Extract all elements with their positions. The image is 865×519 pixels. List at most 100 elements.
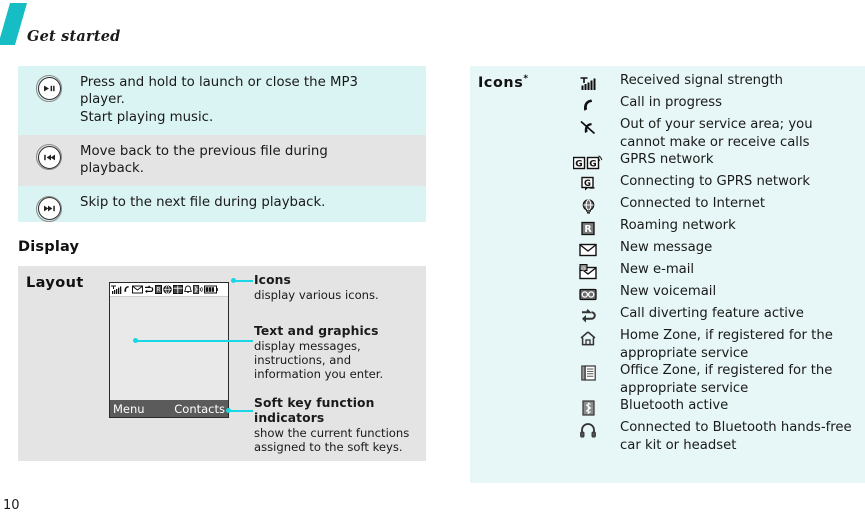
office-zone-icon <box>173 285 183 294</box>
roaming-icon: R <box>155 285 162 294</box>
office-zone-icon <box>556 361 620 382</box>
desc-line: Office Zone, if registered for the <box>620 363 833 378</box>
new-message-icon <box>556 238 620 259</box>
phone-text-graphics-area <box>110 297 228 397</box>
icons-title-text: Icons <box>478 74 524 91</box>
list-item: Call in progress <box>556 93 865 114</box>
callout-title: Text and graphics <box>254 324 379 338</box>
page-header: Get started <box>0 0 865 52</box>
list-item: Out of your service area; you cannot mak… <box>556 115 865 151</box>
gprs-network-icon: G G <box>556 150 620 171</box>
desc-line: GPRS network <box>620 152 714 167</box>
desc-line: Connecting to GPRS network <box>620 174 810 189</box>
callout-body-line: instructions, and <box>254 353 352 368</box>
phone-status-bar: R <box>110 283 228 297</box>
bluetooth-icon <box>193 285 203 294</box>
row-line: Press and hold to launch or close the MP… <box>80 75 358 90</box>
list-item-description: Home Zone, if registered for the appropr… <box>620 326 865 362</box>
table-cell-description: Move back to the previous file during pl… <box>80 135 426 187</box>
icons-panel-title: Icons* <box>478 74 528 91</box>
display-section-heading: Display <box>18 239 80 255</box>
no-service-icon <box>556 115 620 136</box>
desc-line: car kit or headset <box>620 437 737 453</box>
list-item-description: Connected to Bluetooth hands-free car ki… <box>620 418 865 454</box>
list-item: Home Zone, if registered for the appropr… <box>556 326 865 362</box>
status-icons-panel: Icons* Received signal strength Call in … <box>470 66 865 483</box>
row-line: Start playing music. <box>80 109 214 125</box>
desc-line: Out of your service area; you <box>620 117 813 132</box>
table-cell-icon <box>18 135 80 171</box>
page-number: 10 <box>3 498 20 513</box>
desc-line: Roaming network <box>620 218 736 233</box>
call-diverting-icon <box>556 304 620 325</box>
list-item: Connected to Bluetooth hands-free car ki… <box>556 418 865 454</box>
call-in-progress-icon <box>556 93 620 114</box>
list-item: Bluetooth active <box>556 396 865 417</box>
desc-line: appropriate service <box>620 345 749 361</box>
callout-line-text-graphics <box>136 340 253 342</box>
row-line: Move back to the previous file during <box>80 143 328 159</box>
list-item-description: Roaming network <box>620 216 865 235</box>
signal-strength-icon <box>556 71 620 92</box>
list-item: New message <box>556 238 865 259</box>
list-item: R Roaming network <box>556 216 865 237</box>
display-layout-figure: Layout R Menu Contacts Icons display var… <box>18 266 426 461</box>
signal-strength-icon <box>111 285 122 294</box>
svg-text:G: G <box>584 179 591 189</box>
svg-text:G: G <box>575 159 582 169</box>
row-line: player. <box>80 92 125 108</box>
desc-line: Home Zone, if registered for the <box>620 328 833 343</box>
list-item-description: Out of your service area; you cannot mak… <box>620 115 865 151</box>
soft-key-right-label: Contacts <box>174 401 225 416</box>
desc-line: Bluetooth active <box>620 398 729 413</box>
list-item: G G GPRS network <box>556 150 865 171</box>
icons-title-footnote-marker: * <box>523 74 529 84</box>
battery-icon <box>204 285 218 294</box>
gprs-connecting-icon: G <box>556 172 620 193</box>
desc-line: cannot make or receive calls <box>620 134 810 150</box>
callout-title: Soft key function <box>254 396 375 410</box>
home-zone-icon <box>556 326 620 347</box>
callout-text-and-graphics: Text and graphics display messages, inst… <box>254 324 429 381</box>
desc-line: appropriate service <box>620 380 749 396</box>
callout-line-icons <box>234 280 253 282</box>
table-row: Skip to the next file during playback. <box>18 186 426 223</box>
bluetooth-active-icon <box>556 396 620 417</box>
svg-text:R: R <box>584 224 592 235</box>
list-item-description: Received signal strength <box>620 71 865 90</box>
soft-key-left-label: Menu <box>113 401 145 416</box>
callout-title: Icons <box>254 273 291 287</box>
status-icons-list: Received signal strength Call in progres… <box>556 71 865 453</box>
callout-icons: Icons display various icons. <box>254 273 429 302</box>
list-item-description: Call in progress <box>620 93 865 112</box>
list-item-description: Office Zone, if registered for the appro… <box>620 361 865 397</box>
list-item-description: New e-mail <box>620 260 865 279</box>
layout-label: Layout <box>26 275 84 291</box>
svg-text:@: @ <box>581 265 586 271</box>
desc-line: Call in progress <box>620 95 722 110</box>
header-accent-slash-icon <box>0 3 28 45</box>
row-line: playback. <box>80 161 144 177</box>
list-item-description: New message <box>620 238 865 257</box>
table-cell-icon <box>18 66 80 102</box>
svg-text:R: R <box>156 287 160 294</box>
new-message-icon <box>132 285 143 294</box>
list-item: Connected to Internet <box>556 194 865 215</box>
desc-line: Connected to Bluetooth hands-free <box>620 420 852 435</box>
desc-line: Received signal strength <box>620 73 783 88</box>
callout-body-line: assigned to the soft keys. <box>254 440 403 455</box>
list-item: New voicemail <box>556 282 865 303</box>
table-cell-icon <box>18 186 80 223</box>
call-divert-icon <box>145 285 154 294</box>
next-track-key-icon <box>35 195 63 223</box>
desc-line: New e-mail <box>620 262 695 277</box>
desc-line: Call diverting feature active <box>620 306 804 321</box>
callout-body-line: display messages, <box>254 339 361 353</box>
list-item-description: Connecting to GPRS network <box>620 172 865 191</box>
previous-track-key-icon <box>35 144 63 171</box>
list-item-description: Call diverting feature active <box>620 304 865 323</box>
list-item: @ New e-mail <box>556 260 865 281</box>
phone-screen-mockup: R Menu Contacts <box>109 282 229 418</box>
list-item: Call diverting feature active <box>556 304 865 325</box>
bluetooth-headset-icon <box>556 418 620 439</box>
